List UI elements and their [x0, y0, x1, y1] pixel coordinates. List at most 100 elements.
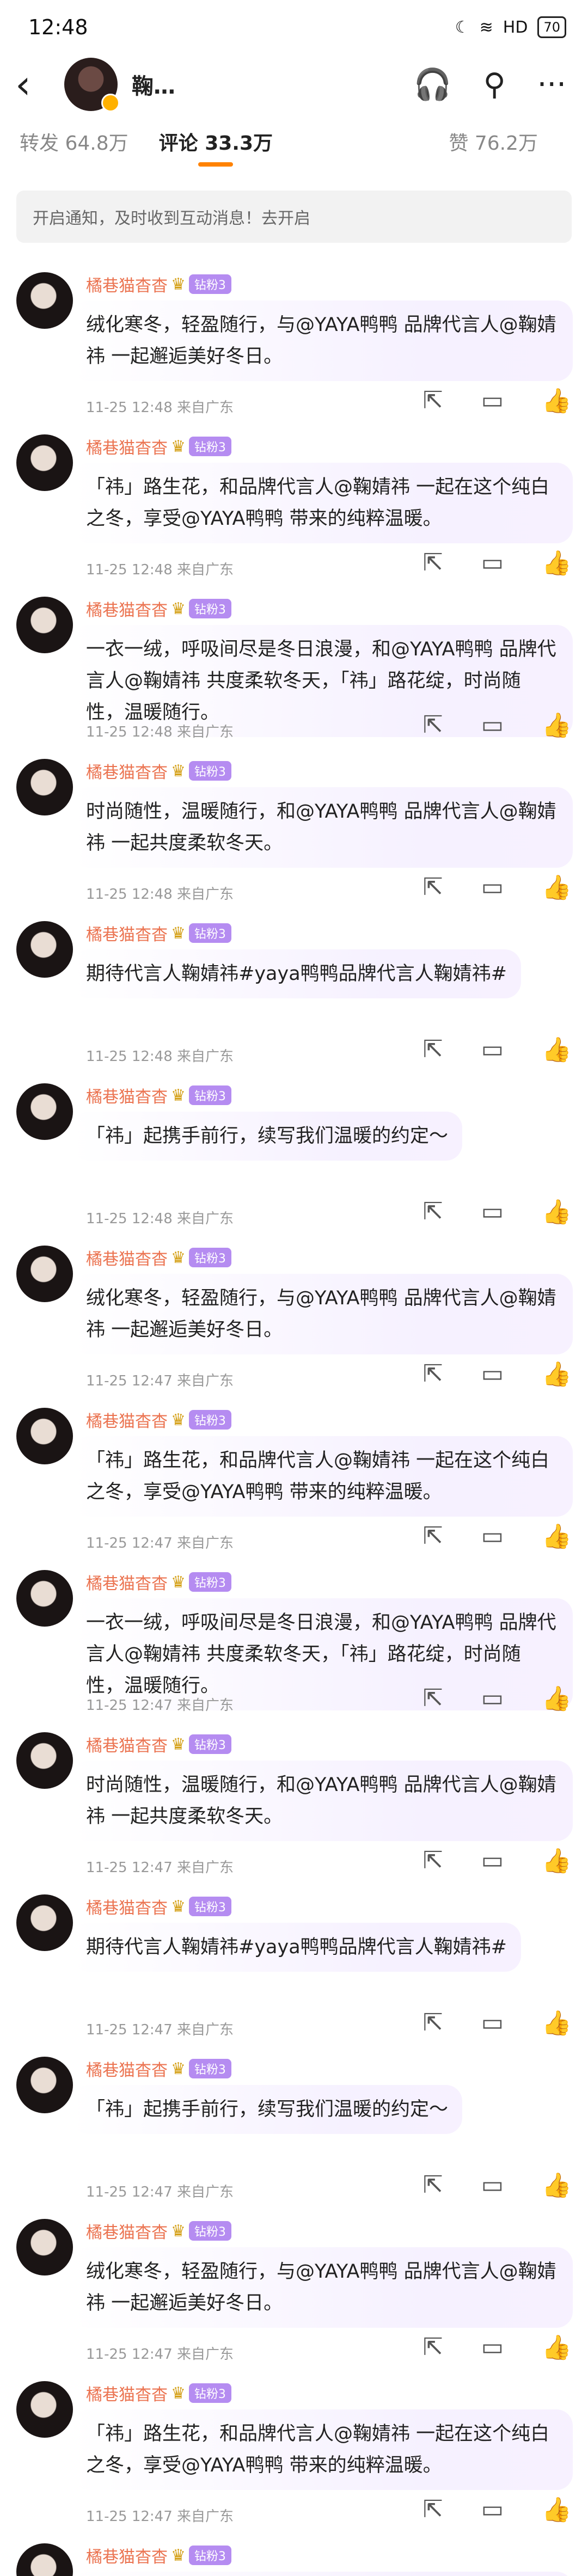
share-icon[interactable]: ⇱: [423, 2009, 443, 2037]
reply-icon[interactable]: ▭: [481, 873, 504, 901]
like-icon[interactable]: 👍: [542, 1360, 572, 1388]
avatar[interactable]: [16, 1894, 73, 1951]
reply-icon[interactable]: ▭: [481, 2495, 504, 2524]
more-icon[interactable]: ···: [537, 67, 566, 102]
comment-actions: ⇱ ▭ 👍: [423, 2495, 572, 2524]
comment-actions: ⇱ ▭ 👍: [423, 1522, 572, 1550]
reply-icon[interactable]: ▭: [481, 1198, 504, 1226]
share-icon[interactable]: ⇱: [423, 1360, 443, 1388]
username[interactable]: 橘巷猫杳杳: [86, 1246, 168, 1269]
reply-icon[interactable]: ▭: [481, 1035, 504, 1064]
tab-comments[interactable]: 评论 33.3万: [159, 127, 273, 156]
comment-location: 来自广东: [177, 1535, 234, 1551]
listen-icon[interactable]: 🎧: [414, 66, 452, 102]
like-icon[interactable]: 👍: [542, 1684, 572, 1713]
comment-user: 橘巷猫杳杳 ♛ 钻粉3: [86, 597, 231, 621]
reply-icon[interactable]: ▭: [481, 1360, 504, 1388]
share-icon[interactable]: ⇱: [423, 1684, 443, 1713]
like-icon[interactable]: 👍: [542, 1035, 572, 1064]
reply-icon[interactable]: ▭: [481, 387, 504, 415]
avatar[interactable]: [16, 1408, 73, 1464]
comment-text: 一衣一绒，呼吸间尽是冬日浪漫，和@YAYA鸭鸭 品牌代言人@鞠婧祎 共度柔软冬天…: [72, 2572, 573, 2576]
top-nav: ‹ 鞠… 🎧 ⚲ ···: [0, 54, 588, 114]
like-icon[interactable]: 👍: [542, 1522, 572, 1550]
username[interactable]: 橘巷猫杳杳: [86, 1083, 168, 1107]
share-icon[interactable]: ⇱: [423, 1522, 443, 1550]
like-icon[interactable]: 👍: [542, 1847, 572, 1875]
page-title[interactable]: 鞠…: [132, 69, 175, 100]
like-icon[interactable]: 👍: [542, 2495, 572, 2524]
avatar[interactable]: [16, 2057, 73, 2113]
username[interactable]: 橘巷猫杳杳: [86, 2543, 168, 2567]
username[interactable]: 橘巷猫杳杳: [86, 1408, 168, 1432]
comment-time: 11-25 12:48: [86, 1211, 173, 1227]
reply-icon[interactable]: ▭: [481, 1684, 504, 1713]
username[interactable]: 橘巷猫杳杳: [86, 2381, 168, 2405]
reply-icon[interactable]: ▭: [481, 1847, 504, 1875]
like-icon[interactable]: 👍: [542, 2333, 572, 2362]
username[interactable]: 橘巷猫杳杳: [86, 434, 168, 458]
avatar[interactable]: [16, 1732, 73, 1789]
avatar[interactable]: [16, 597, 73, 653]
reply-icon[interactable]: ▭: [481, 2009, 504, 2037]
moon-icon: ☾: [455, 17, 470, 37]
reply-icon[interactable]: ▭: [481, 2171, 504, 2199]
tab-likes[interactable]: 赞 76.2万: [449, 127, 538, 156]
share-icon[interactable]: ⇱: [423, 1035, 443, 1064]
reply-icon[interactable]: ▭: [481, 1522, 504, 1550]
comment-meta: 11-25 12:48 来自广东: [86, 559, 234, 579]
share-icon[interactable]: ⇱: [423, 711, 443, 739]
like-icon[interactable]: 👍: [542, 873, 572, 901]
notification-banner[interactable]: 开启通知，及时收到互动消息！去开启: [16, 191, 572, 243]
like-icon[interactable]: 👍: [542, 2009, 572, 2037]
like-icon[interactable]: 👍: [542, 711, 572, 739]
share-icon[interactable]: ⇱: [423, 2333, 443, 2362]
avatar[interactable]: [16, 2219, 73, 2276]
comment-location: 来自广东: [177, 1860, 234, 1876]
like-icon[interactable]: 👍: [542, 1198, 572, 1226]
username[interactable]: 橘巷猫杳杳: [86, 1894, 168, 1918]
username[interactable]: 橘巷猫杳杳: [86, 921, 168, 945]
avatar[interactable]: [16, 1246, 73, 1302]
avatar[interactable]: [16, 921, 73, 978]
share-icon[interactable]: ⇱: [423, 1198, 443, 1226]
avatar[interactable]: [16, 1083, 73, 1140]
like-icon[interactable]: 👍: [542, 2171, 572, 2199]
username[interactable]: 橘巷猫杳杳: [86, 2057, 168, 2081]
avatar[interactable]: [16, 2381, 73, 2438]
avatar[interactable]: [64, 58, 120, 112]
comment-item: 橘巷猫杳杳 ♛ 钻粉3 时尚随性，温暖随行，和@YAYA鸭鸭 品牌代言人@鞠婧祎 一起…: [0, 1719, 588, 1881]
comment-text: 「祎」路生花，和品牌代言人@鞠婧祎 一起在这个纯白之冬，享受@YAYA鸭鸭 带来…: [72, 463, 573, 543]
back-icon[interactable]: ‹: [15, 65, 48, 104]
tab-likes-label: 赞: [449, 132, 469, 155]
share-icon[interactable]: ⇱: [423, 2171, 443, 2199]
username[interactable]: 橘巷猫杳杳: [86, 2219, 168, 2243]
comment-actions: ⇱ ▭ 👍: [423, 2171, 572, 2199]
username[interactable]: 橘巷猫杳杳: [86, 272, 168, 296]
share-icon[interactable]: ⇱: [423, 387, 443, 415]
share-icon[interactable]: ⇱: [423, 549, 443, 577]
share-icon[interactable]: ⇱: [423, 873, 443, 901]
avatar[interactable]: [16, 759, 73, 815]
username[interactable]: 橘巷猫杳杳: [86, 597, 168, 621]
avatar[interactable]: [16, 272, 73, 329]
share-icon[interactable]: ⇱: [423, 2495, 443, 2524]
like-icon[interactable]: 👍: [542, 549, 572, 577]
comment-user: 橘巷猫杳杳 ♛ 钻粉3: [86, 1570, 231, 1594]
search-icon[interactable]: ⚲: [483, 67, 506, 102]
reply-icon[interactable]: ▭: [481, 2333, 504, 2362]
reply-icon[interactable]: ▭: [481, 549, 504, 577]
tab-repost[interactable]: 转发 64.8万: [20, 127, 128, 156]
avatar[interactable]: [16, 434, 73, 491]
reply-icon[interactable]: ▭: [481, 711, 504, 739]
username[interactable]: 橘巷猫杳杳: [86, 1732, 168, 1756]
username[interactable]: 橘巷猫杳杳: [86, 1570, 168, 1594]
fan-badge: 钻粉3: [188, 1085, 231, 1105]
username[interactable]: 橘巷猫杳杳: [86, 759, 168, 783]
share-icon[interactable]: ⇱: [423, 1847, 443, 1875]
like-icon[interactable]: 👍: [542, 387, 572, 415]
avatar[interactable]: [16, 2543, 73, 2576]
comment-meta: 11-25 12:47 来自广东: [86, 1694, 234, 1714]
crown-icon: ♛: [171, 2546, 186, 2565]
avatar[interactable]: [16, 1570, 73, 1627]
